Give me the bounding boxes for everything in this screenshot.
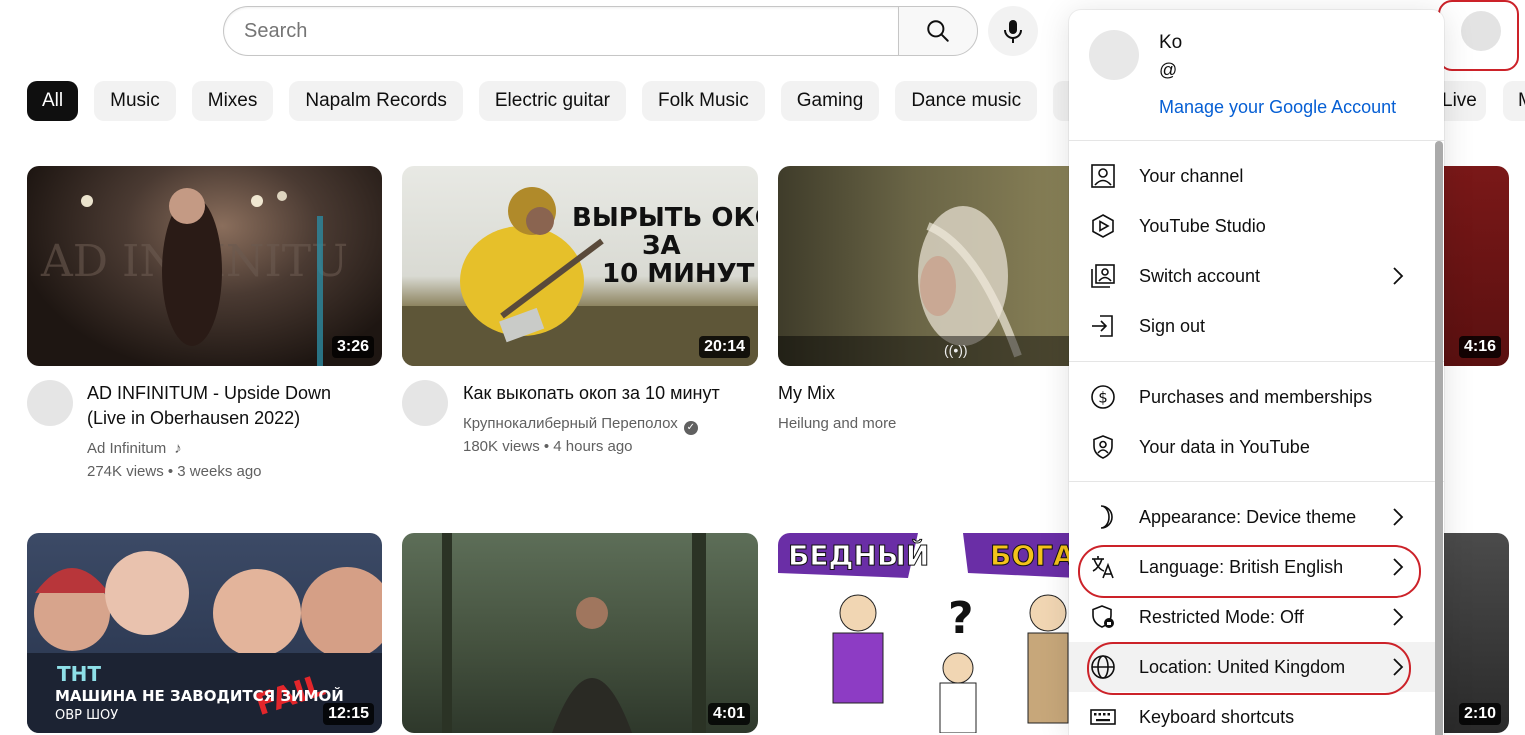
video-duration: 4:16 [1458,336,1501,358]
thumbnail-art [442,533,706,733]
menu-avatar [1089,30,1139,80]
svg-text:$: $ [1098,389,1108,407]
video-stats: 274K views • 3 weeks ago [87,463,262,480]
menu-item-your-channel[interactable]: Your channel [1069,151,1437,201]
restricted-shield-icon [1092,605,1114,628]
search-box [223,6,899,56]
search-button[interactable] [898,6,978,56]
dollar-icon: $ [1091,385,1115,409]
menu-divider [1069,481,1444,482]
menu-item-keyboard-shortcuts[interactable]: Keyboard shortcuts [1069,692,1437,735]
microphone-icon [1004,20,1022,43]
annotation-box [1438,0,1519,71]
menu-item-purchases[interactable]: $ Purchases and memberships [1069,372,1437,422]
video-title[interactable]: AD INFINITUM - Upside Down (Live in Ober… [87,381,367,431]
search-icon [927,20,949,42]
moon-icon [1100,505,1113,529]
menu-divider [1069,140,1444,141]
voice-search-button[interactable] [988,6,1038,56]
chip-gaming[interactable]: Gaming [780,81,880,121]
chip-more[interactable]: M [1503,81,1525,121]
video-title[interactable]: Как выкопать окоп за 10 минут [463,381,753,406]
switch-account-icon [1091,264,1115,288]
menu-item-label: Your channel [1139,165,1244,186]
video-thumbnail[interactable]: 4:01 [402,533,758,733]
channel-avatar[interactable] [27,380,73,426]
menu-item-youtube-studio[interactable]: YouTube Studio [1069,201,1437,251]
account-name: Ko [1159,32,1183,53]
menu-item-label: Restricted Mode: Off [1139,606,1304,627]
menu-item-sign-out[interactable]: Sign out [1069,301,1437,351]
sign-out-icon [1092,315,1113,337]
manage-google-account-link[interactable]: Manage your Google Account [1159,97,1396,118]
video-thumbnail[interactable]: AD INFINITU 3:26 [27,166,382,366]
account-handle: @ [1159,60,1178,80]
svg-text:ВЫРЫТЬ ОКОП: ВЫРЫТЬ ОКОП [572,203,758,233]
menu-item-label: Switch account [1139,265,1261,286]
chip-napalm-records[interactable]: Napalm Records [289,81,463,121]
video-duration: 20:14 [699,336,750,358]
svg-text:ОВР ШОУ: ОВР ШОУ [55,708,118,723]
chip-mixes[interactable]: Mixes [191,81,274,121]
svg-text:ТНТ: ТНТ [57,662,101,686]
svg-text:БОГАТ: БОГАТ [990,539,1078,572]
video-duration: 2:10 [1458,703,1501,725]
shield-person-icon [1093,435,1113,459]
menu-scrollbar[interactable] [1435,141,1443,735]
chip-electric-guitar[interactable]: Electric guitar [478,81,626,121]
chevron-right-icon [1393,508,1404,526]
thumbnail-art [778,206,1078,366]
video-thumbnail[interactable]: ТНТ FAIL МАШИНА НЕ ЗАВОДИТСЯ ЗИМОЙ ОВР Ш… [27,533,382,733]
video-channel: Heilung and more [778,415,897,432]
music-note-icon: ♪ [174,440,182,457]
svg-text:ЗА: ЗА [642,231,681,261]
video-thumbnail[interactable]: ВЫРЫТЬ ОКОП ЗА 10 МИНУТ 20:14 [402,166,758,366]
svg-text:10 МИНУТ: 10 МИНУТ [602,259,755,289]
verified-icon: ✓ [683,421,698,435]
chevron-right-icon [1393,608,1404,626]
studio-icon [1092,214,1114,238]
menu-item-your-data[interactable]: Your data in YouTube [1069,422,1437,472]
thumbnail-art: БЕДНЫЙ БОГАТ ? [778,533,1078,733]
chevron-right-icon [1393,267,1404,285]
thumbnail-art: AD INFINITU [40,188,348,366]
video-channel[interactable]: Ad Infinitum ♪ [87,437,182,460]
video-thumbnail[interactable]: 4:16 [1443,166,1509,366]
video-stats: 180K views • 4 hours ago [463,438,633,455]
svg-text:?: ? [948,593,974,644]
menu-item-label: Keyboard shortcuts [1139,706,1295,727]
person-icon [1091,164,1115,188]
keyboard-icon [1090,709,1116,725]
filter-chips: All Music Mixes Napalm Records Electric … [27,81,1147,121]
mix-live-icon: ((•)) [944,342,968,358]
video-thumbnail[interactable]: 2:10 [1443,533,1509,733]
menu-item-label: Appearance: Device theme [1139,506,1357,527]
account-menu: Ko @ Manage your Google Account Your cha… [1069,10,1444,735]
mix-thumbnail[interactable]: ((•)) [778,166,1078,366]
video-thumbnail[interactable]: БЕДНЫЙ БОГАТ ? [778,533,1078,733]
menu-item-label: YouTube Studio [1139,215,1266,236]
chip-all[interactable]: All [27,81,79,121]
video-title[interactable]: My Mix [778,381,835,406]
annotation-oval [1078,545,1421,598]
video-duration: 12:15 [323,703,374,725]
svg-text:БЕДНЫЙ: БЕДНЫЙ [788,538,929,572]
menu-divider [1069,361,1444,362]
menu-item-restricted-mode[interactable]: Restricted Mode: Off [1069,592,1437,642]
video-channel[interactable]: Крупнокалиберный Переполох ✓ [463,412,698,435]
annotation-oval [1087,642,1411,695]
chip-folk-music[interactable]: Folk Music [641,81,765,121]
menu-item-switch-account[interactable]: Switch account [1069,251,1437,301]
video-duration: 3:26 [331,336,374,358]
svg-text:МАШИНА НЕ ЗАВОДИТСЯ ЗИМОЙ: МАШИНА НЕ ЗАВОДИТСЯ ЗИМОЙ [55,686,344,705]
chip-dance-music[interactable]: Dance music [895,81,1038,121]
menu-item-label: Sign out [1139,315,1206,336]
menu-item-label: Purchases and memberships [1139,386,1373,407]
menu-item-appearance[interactable]: Appearance: Device theme [1069,492,1437,542]
chip-music[interactable]: Music [94,81,176,121]
search-input[interactable] [224,7,899,55]
menu-item-label: Your data in YouTube [1139,436,1310,457]
video-duration: 4:01 [707,703,750,725]
channel-avatar[interactable] [402,380,448,426]
